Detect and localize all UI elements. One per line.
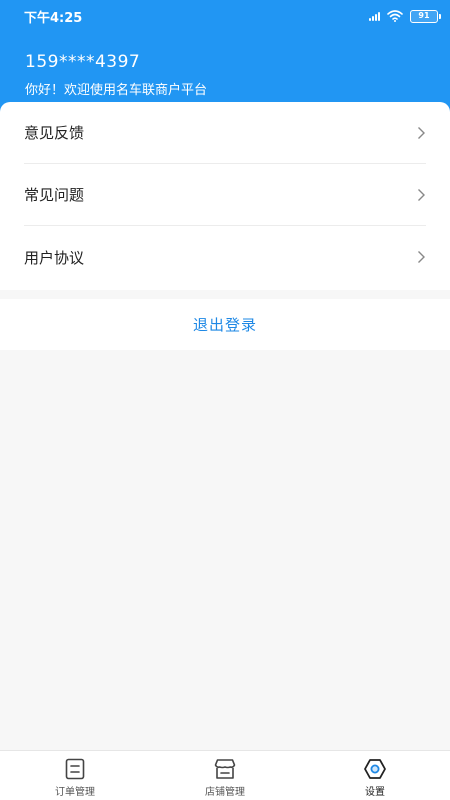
status-icons: 91 [369,9,441,23]
bottom-tab-bar: 订单管理 店铺管理 设置 [0,750,450,800]
battery-level: 91 [418,11,430,20]
tab-settings[interactable]: 设置 [300,751,450,800]
menu-item-feedback[interactable]: 意见反馈 [24,102,426,164]
menu-item-user-agreement[interactable]: 用户协议 [24,226,426,288]
welcome-greeting: 你好！欢迎使用名车联商户平台 [25,83,208,98]
tab-label: 设置 [365,787,385,798]
order-list-icon [64,758,86,780]
header: 下午4:25 91 159****4397 你好！欢迎使用名车联商户平台 [0,0,450,115]
wifi-icon [387,10,403,22]
menu-item-label: 用户协议 [24,248,85,267]
chevron-right-icon [417,250,426,264]
status-time: 下午4:25 [24,10,83,26]
tab-label: 店铺管理 [205,787,245,798]
chevron-right-icon [417,188,426,202]
tab-label: 订单管理 [55,787,95,798]
store-icon [213,758,237,780]
menu-item-label: 意见反馈 [24,124,85,142]
tab-order-management[interactable]: 订单管理 [0,751,150,800]
logout-label: 退出登录 [192,316,257,334]
user-phone: 159****4397 [25,52,141,72]
chevron-right-icon [417,126,426,140]
settings-screen: 下午4:25 91 159****4397 你好！欢迎使用名车联商户平台 意见反… [0,0,450,800]
settings-gear-icon [363,758,387,780]
menu-item-label: 常见问题 [24,186,85,204]
signal-icon [369,11,380,21]
tab-store-management[interactable]: 店铺管理 [150,751,300,800]
status-bar: 下午4:25 91 [0,0,450,32]
settings-menu: 意见反馈 常见问题 用户协议 [0,102,450,290]
logout-button[interactable]: 退出登录 [0,299,450,350]
menu-item-faq[interactable]: 常见问题 [24,164,426,226]
battery-icon: 91 [410,9,441,23]
